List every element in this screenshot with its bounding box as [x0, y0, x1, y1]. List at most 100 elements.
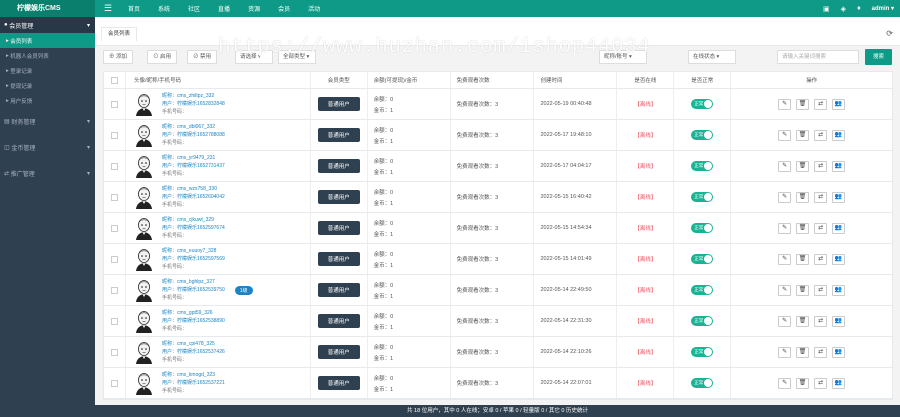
bell-icon[interactable]: ♦ — [857, 5, 861, 12]
transfer-icon[interactable]: ⇄ — [814, 222, 828, 234]
tab-member-list[interactable]: 会员列表 — [101, 27, 138, 41]
normal-toggle[interactable]: 正常 — [691, 254, 714, 264]
transfer-icon[interactable]: ⇄ — [814, 191, 828, 203]
row-checkbox[interactable] — [104, 244, 126, 274]
member-type-button[interactable]: 普通用户 — [317, 283, 360, 297]
row-checkbox[interactable] — [104, 120, 126, 150]
sidebar-item-withdraw-log[interactable]: ▸ 提现记录 — [0, 78, 95, 93]
user-group-icon[interactable]: 👥 — [832, 377, 846, 389]
transfer-icon[interactable]: ⇄ — [814, 284, 828, 296]
delete-icon[interactable]: 🗑 — [796, 129, 810, 141]
member-nickname[interactable]: 昵称：cms_wzx758_330 — [162, 186, 225, 192]
normal-toggle[interactable]: 正常 — [691, 99, 714, 109]
sidebar-item-robot-list[interactable]: ▸ 机器人会员列表 — [0, 48, 95, 63]
sidebar-group-promotion[interactable]: ⇄ 推广管理 ▾ — [0, 160, 95, 186]
nav-item-members[interactable]: 会员 — [278, 4, 290, 13]
member-type-button[interactable]: 普通用户 — [317, 252, 360, 266]
row-checkbox[interactable] — [104, 182, 126, 212]
member-type-button[interactable]: 普通用户 — [317, 376, 360, 390]
delete-icon[interactable]: 🗑 — [796, 315, 810, 327]
admin-menu[interactable]: admin ▾ — [872, 5, 894, 12]
member-nickname[interactable]: 昵称：cms_euuoy7_328 — [162, 248, 225, 254]
sidebar-head-members[interactable]: ● 会员管理 ▾ — [0, 17, 95, 33]
transfer-icon[interactable]: ⇄ — [814, 346, 828, 358]
row-checkbox[interactable] — [104, 306, 126, 336]
transfer-icon[interactable]: ⇄ — [814, 253, 828, 265]
online-status-select[interactable]: 在线状态 ▾ — [688, 50, 736, 64]
transfer-icon[interactable]: ⇄ — [814, 98, 828, 110]
transfer-icon[interactable]: ⇄ — [814, 160, 828, 172]
delete-icon[interactable]: 🗑 — [796, 284, 810, 296]
nav-item-events[interactable]: 活动 — [308, 4, 320, 13]
user-group-icon[interactable]: 👥 — [832, 346, 846, 358]
normal-toggle[interactable]: 正常 — [691, 223, 714, 233]
user-group-icon[interactable]: 👥 — [832, 253, 846, 265]
refresh-icon[interactable]: ⟳ — [886, 29, 893, 38]
member-nickname[interactable]: 昵称：cms_yr9479_231 — [162, 155, 225, 161]
member-type-button[interactable]: 普通用户 — [317, 97, 360, 111]
user-group-icon[interactable]: 👥 — [832, 284, 846, 296]
menu-toggle-icon[interactable]: ☰ — [97, 3, 119, 14]
member-nickname[interactable]: 昵称：cms_dbl067_332 — [162, 124, 225, 130]
user-group-icon[interactable]: 👥 — [832, 191, 846, 203]
member-type-button[interactable]: 普通用户 — [317, 128, 360, 142]
edit-icon[interactable]: ✎ — [778, 253, 792, 265]
nav-item-resources[interactable]: 资源 — [248, 4, 260, 13]
edit-icon[interactable]: ✎ — [778, 315, 792, 327]
member-type-button[interactable]: 普通用户 — [317, 221, 360, 235]
normal-toggle[interactable]: 正常 — [691, 192, 714, 202]
row-checkbox[interactable] — [104, 368, 126, 398]
edit-icon[interactable]: ✎ — [778, 284, 792, 296]
user-group-icon[interactable]: 👥 — [832, 98, 846, 110]
edit-icon[interactable]: ✎ — [778, 346, 792, 358]
disable-button[interactable]: ⊘ 禁用 — [187, 50, 218, 64]
delete-icon[interactable]: 🗑 — [796, 253, 810, 265]
transfer-icon[interactable]: ⇄ — [814, 377, 828, 389]
member-type-button[interactable]: 普通用户 — [317, 190, 360, 204]
normal-toggle[interactable]: 正常 — [691, 130, 714, 140]
sidebar-item-login-log[interactable]: ▸ 登录记录 — [0, 63, 95, 78]
tag-icon[interactable]: ◈ — [841, 5, 846, 13]
normal-toggle[interactable]: 正常 — [691, 285, 714, 295]
normal-toggle[interactable]: 正常 — [691, 316, 714, 326]
member-type-button[interactable]: 普通用户 — [317, 314, 360, 328]
enable-button[interactable]: ⊙ 启用 — [147, 50, 178, 64]
nav-item-system[interactable]: 系统 — [158, 4, 170, 13]
nav-item-home[interactable]: 首页 — [128, 4, 140, 13]
delete-icon[interactable]: 🗑 — [796, 160, 810, 172]
user-group-icon[interactable]: 👥 — [832, 315, 846, 327]
user-group-icon[interactable]: 👥 — [832, 222, 846, 234]
screen-icon[interactable]: ▣ — [823, 5, 830, 13]
normal-toggle[interactable]: 正常 — [691, 161, 714, 171]
row-checkbox[interactable] — [104, 275, 126, 305]
sidebar-group-gold[interactable]: ◫ 金币管理 ▾ — [0, 134, 95, 160]
member-nickname[interactable]: 昵称：cms_cjkuwt_329 — [162, 217, 225, 223]
edit-icon[interactable]: ✎ — [778, 377, 792, 389]
row-checkbox[interactable] — [104, 213, 126, 243]
user-group-icon[interactable]: 👥 — [832, 160, 846, 172]
transfer-icon[interactable]: ⇄ — [814, 315, 828, 327]
edit-icon[interactable]: ✎ — [778, 129, 792, 141]
delete-icon[interactable]: 🗑 — [796, 191, 810, 203]
normal-toggle[interactable]: 正常 — [691, 347, 714, 357]
delete-icon[interactable]: 🗑 — [796, 222, 810, 234]
member-nickname[interactable]: 昵称：cms_cpi478_325 — [162, 341, 225, 347]
search-button[interactable]: 搜索 — [865, 49, 893, 65]
row-checkbox[interactable] — [104, 151, 126, 181]
member-type-button[interactable]: 普通用户 — [317, 345, 360, 359]
transfer-icon[interactable]: ⇄ — [814, 129, 828, 141]
delete-icon[interactable]: 🗑 — [796, 346, 810, 358]
sidebar-item-feedback[interactable]: ▸ 用户反馈 — [0, 93, 95, 108]
member-nickname[interactable]: 昵称：cms_kmogd_323 — [162, 372, 225, 378]
add-button[interactable]: ⊕ 添加 — [103, 50, 134, 64]
member-nickname[interactable]: 昵称：cms_gpt59_326 — [162, 310, 225, 316]
search-input[interactable]: 请输入关键词搜索 — [777, 50, 859, 64]
member-nickname[interactable]: 昵称：cms_zhiltpz_332 — [162, 93, 225, 99]
edit-icon[interactable]: ✎ — [778, 98, 792, 110]
delete-icon[interactable]: 🗑 — [796, 377, 810, 389]
row-checkbox[interactable] — [104, 89, 126, 119]
select-all-checkbox[interactable] — [104, 72, 126, 88]
nav-item-community[interactable]: 社区 — [188, 4, 200, 13]
row-checkbox[interactable] — [104, 337, 126, 367]
member-type-button[interactable]: 普通用户 — [317, 159, 360, 173]
